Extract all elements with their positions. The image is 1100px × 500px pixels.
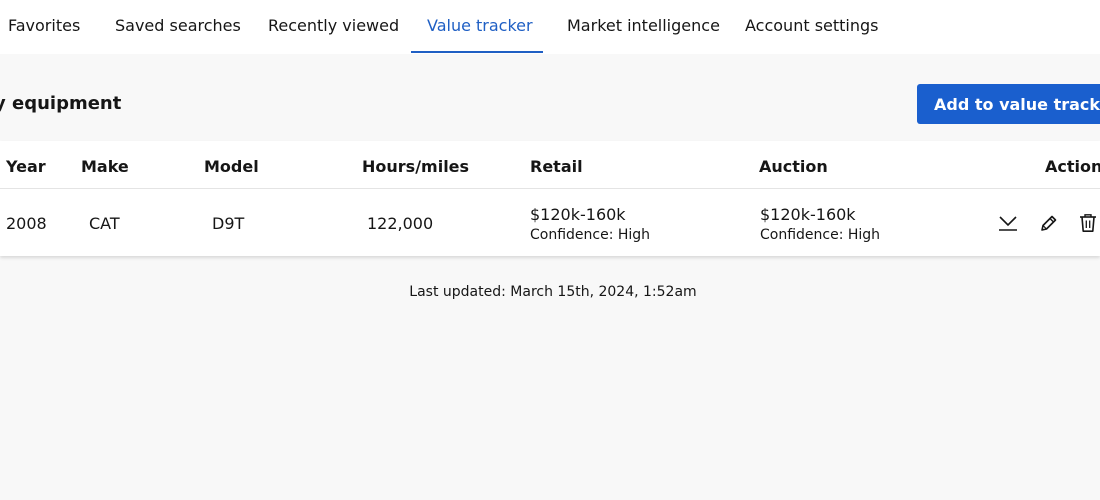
tab-recently-viewed[interactable]: Recently viewed [268,0,399,54]
equipment-table: Year Make Model Hours/miles Retail Aucti… [0,141,1100,256]
last-updated-text: Last updated: March 15th, 2024, 1:52am [409,284,697,300]
cell-auction-confidence: Confidence: High [760,227,881,243]
table-header-row: Year Make Model Hours/miles Retail Aucti… [0,141,1100,189]
cell-retail-confidence: Confidence: High [530,227,651,243]
cell-year: 2008 [6,214,47,233]
active-tab-indicator [411,51,543,53]
tab-favorites[interactable]: Favorites [8,0,80,54]
top-tab-bar: Favorites Saved searches Recently viewed… [0,0,1100,54]
cell-hours-miles: 122,000 [367,214,434,233]
cell-auction-price: $120k-160k [760,205,856,224]
section-title: y equipment [0,93,122,114]
pencil-icon[interactable] [1038,213,1060,233]
chevron-down-icon[interactable] [997,213,1019,233]
column-header-hours-miles: Hours/miles [362,157,470,176]
tab-value-tracker[interactable]: Value tracker [427,0,533,54]
column-header-retail: Retail [530,157,583,176]
column-header-auction: Auction [759,157,828,176]
cell-model: D9T [212,214,245,233]
column-header-year: Year [6,157,46,176]
column-header-model: Model [204,157,259,176]
cell-make: CAT [89,214,120,233]
table-row: 2008 CAT D9T 122,000 $120k-160k Confiden… [0,189,1100,256]
trash-icon[interactable] [1077,213,1099,233]
cell-retail-price: $120k-160k [530,205,626,224]
column-header-make: Make [81,157,129,176]
add-to-value-tracker-button[interactable]: Add to value tracker [917,84,1100,124]
tab-account-settings[interactable]: Account settings [745,0,879,54]
tab-market-intelligence[interactable]: Market intelligence [567,0,720,54]
tab-saved-searches[interactable]: Saved searches [115,0,241,54]
column-header-actions: Actions [1045,157,1100,176]
